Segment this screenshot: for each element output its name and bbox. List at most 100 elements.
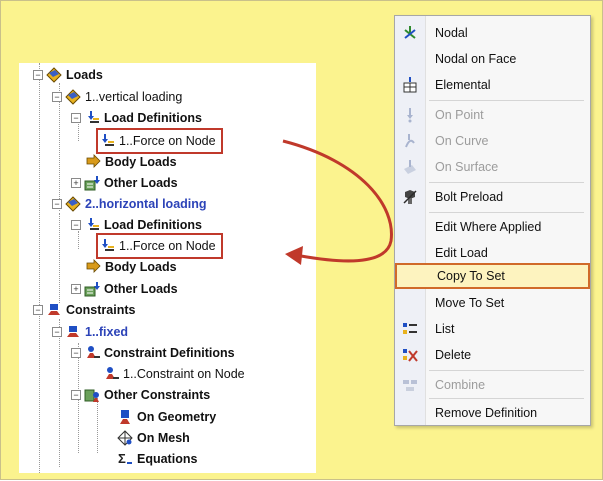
on-point-icon (395, 107, 425, 123)
menu-item-remove-definition[interactable]: Remove Definition (395, 400, 590, 426)
tree-node-force-on-node-source[interactable]: 1..Force on Node (96, 128, 223, 154)
load-set-icon (65, 89, 81, 105)
tree-node-load-definitions-2[interactable]: − Load Definitions (71, 215, 202, 235)
tree-node-load-definitions[interactable]: − Load Definitions (71, 108, 202, 128)
tree-label: On Geometry (137, 410, 217, 424)
tree-node-constraint-definitions[interactable]: − Constraint Definitions (71, 343, 235, 363)
on-surface-icon (395, 159, 425, 175)
menu-item-label: Combine (435, 378, 486, 392)
tree-node-vertical-loading[interactable]: − 1..vertical loading (52, 87, 182, 107)
collapse-icon[interactable]: − (71, 348, 81, 358)
tree-label: Constraint Definitions (104, 346, 235, 360)
menu-item-edit-where-applied[interactable]: Edit Where Applied (395, 214, 590, 240)
load-set-icon (65, 196, 81, 212)
collapse-icon[interactable]: − (52, 199, 62, 209)
menu-item-on-point[interactable]: On Point (395, 102, 590, 128)
body-loads-icon (85, 259, 101, 275)
tree-node-other-loads-2[interactable]: + Other Loads (71, 279, 178, 299)
tree-label: Other Constraints (104, 388, 211, 402)
other-loads-icon (84, 281, 100, 297)
tree-node-constraint-on-node[interactable]: 1..Constraint on Node (103, 364, 245, 384)
collapse-icon[interactable]: − (71, 220, 81, 230)
on-curve-icon (395, 133, 425, 149)
tree-node-on-geometry[interactable]: On Geometry (117, 407, 216, 427)
menu-item-copy-to-set[interactable]: Copy To Set (395, 263, 590, 289)
tree-node-equations[interactable]: Σ Equations (117, 449, 197, 469)
tree-label: Other Loads (104, 282, 178, 296)
menu-item-nodal-on-face[interactable]: Nodal on Face (395, 46, 590, 72)
menu-item-nodal[interactable]: Nodal (395, 20, 590, 46)
tree-node-force-on-node-target[interactable]: 1..Force on Node (96, 233, 223, 259)
menu-item-bolt-preload[interactable]: Bolt Preload (395, 184, 590, 210)
nodal-icon (395, 25, 425, 41)
menu-item-label: Copy To Set (437, 269, 505, 283)
tree-label: On Mesh (137, 431, 190, 445)
menu-item-label: On Point (435, 108, 484, 122)
menu-item-label: Bolt Preload (435, 190, 504, 204)
tree-label: Body Loads (105, 155, 177, 169)
tree-label: 1..Constraint on Node (123, 367, 245, 381)
load-definitions-icon (84, 110, 100, 126)
collapse-icon[interactable]: − (52, 92, 62, 102)
load-definitions-icon (84, 217, 100, 233)
menu-item-list[interactable]: List (395, 316, 590, 342)
menu-item-label: Nodal on Face (435, 52, 517, 66)
tree-node-constraints[interactable]: − Constraints (33, 300, 135, 320)
tree-label: 1..Force on Node (119, 239, 216, 253)
force-on-node-icon (99, 133, 115, 149)
menu-item-label: On Curve (435, 134, 489, 148)
tree-label: 1..fixed (85, 325, 129, 339)
tree-node-other-constraints[interactable]: − Other Constraints (71, 385, 210, 405)
svg-text:Σ: Σ (118, 451, 126, 466)
collapse-icon[interactable]: − (71, 390, 81, 400)
body-loads-icon (85, 154, 101, 170)
menu-item-on-curve[interactable]: On Curve (395, 128, 590, 154)
collapse-icon[interactable]: − (71, 113, 81, 123)
tree-label: Loads (66, 68, 103, 82)
tree-label: Load Definitions (104, 218, 202, 232)
tree-node-loads[interactable]: − Loads (33, 65, 103, 85)
tree-label: Load Definitions (104, 111, 202, 125)
equations-icon: Σ (117, 451, 133, 467)
collapse-icon[interactable]: − (52, 327, 62, 337)
menu-item-move-to-set[interactable]: Move To Set (395, 290, 590, 316)
menu-item-combine[interactable]: Combine (395, 372, 590, 398)
menu-item-label: List (435, 322, 455, 336)
on-mesh-icon (117, 430, 133, 446)
on-geometry-icon (117, 409, 133, 425)
elemental-icon (395, 77, 425, 93)
tree-node-fixed[interactable]: − 1..fixed (52, 322, 128, 342)
model-tree-panel: − Loads − 1..vertical loading − Load Def… (19, 63, 316, 473)
menu-item-label: Delete (435, 348, 472, 362)
expand-icon[interactable]: + (71, 284, 81, 294)
loads-icon (46, 67, 62, 83)
collapse-icon[interactable]: − (33, 70, 43, 80)
tree-node-other-loads[interactable]: + Other Loads (71, 173, 178, 193)
tree-label: Constraints (66, 303, 136, 317)
combine-icon (395, 377, 425, 393)
delete-icon (395, 347, 425, 363)
other-loads-icon (84, 175, 100, 191)
tree-label: Body Loads (105, 260, 177, 274)
tree-label: 2..horizontal loading (85, 197, 207, 211)
menu-item-label: Edit Where Applied (435, 220, 542, 234)
tree-node-horizontal-loading[interactable]: − 2..horizontal loading (52, 194, 207, 214)
constraint-on-node-icon (103, 366, 119, 382)
list-icon (395, 321, 425, 337)
menu-item-on-surface[interactable]: On Surface (395, 154, 590, 180)
tree-node-body-loads[interactable]: Body Loads (85, 152, 177, 172)
menu-item-label: Elemental (435, 78, 491, 92)
menu-item-label: Move To Set (435, 296, 505, 310)
menu-item-delete[interactable]: Delete (395, 342, 590, 368)
tree-label: 1..vertical loading (85, 90, 183, 104)
menu-item-label: Remove Definition (435, 406, 538, 420)
collapse-icon[interactable]: − (33, 305, 43, 315)
menu-item-label: On Surface (435, 160, 499, 174)
tree-label: Equations (137, 452, 198, 466)
constraint-set-icon (65, 324, 81, 340)
tree-label: 1..Force on Node (119, 134, 216, 148)
expand-icon[interactable]: + (71, 178, 81, 188)
menu-item-elemental[interactable]: Elemental (395, 72, 590, 98)
tree-node-on-mesh[interactable]: On Mesh (117, 428, 190, 448)
tree-node-body-loads-2[interactable]: Body Loads (85, 257, 177, 277)
